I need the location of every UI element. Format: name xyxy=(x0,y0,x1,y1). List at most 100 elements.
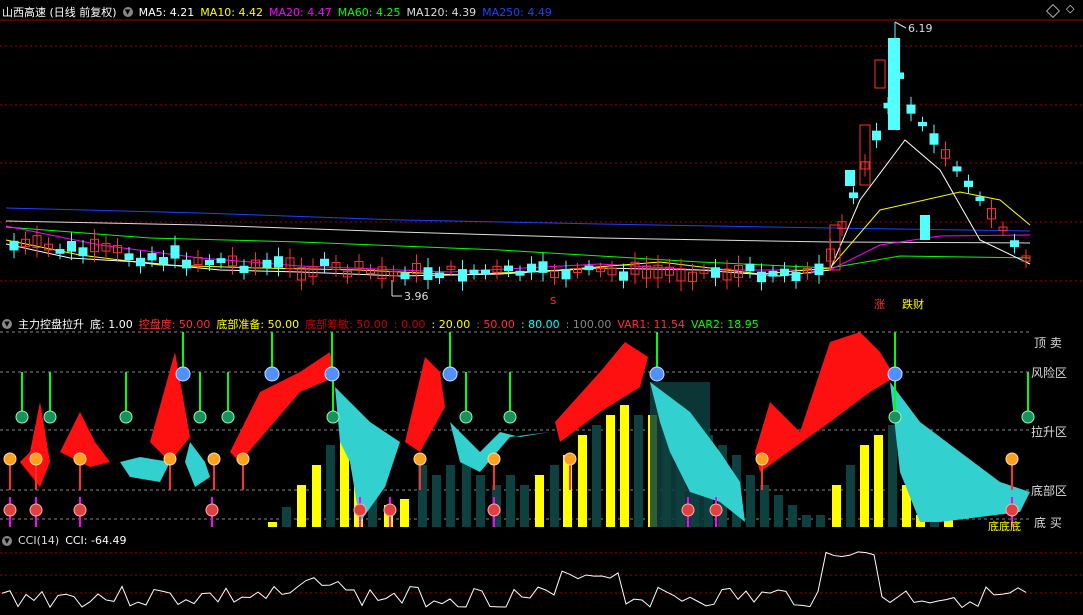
price-chart-panel[interactable]: 山西高速 (日线 前复权) ▼ MA5: 4.21 MA10: 4.42 MA2… xyxy=(0,0,1083,312)
candle-body xyxy=(320,258,329,266)
candle-body xyxy=(182,259,191,269)
risk-signal-icon xyxy=(193,410,207,424)
spike-candle xyxy=(874,59,886,89)
bottom-signal-icon xyxy=(353,503,367,517)
risk-signal-icon xyxy=(1021,410,1035,424)
ma20-label: MA20: 4.47 xyxy=(269,5,332,19)
volume-bar xyxy=(606,415,615,527)
volume-bar xyxy=(788,505,797,527)
cci-chart[interactable] xyxy=(0,531,1083,615)
param-50: : 50.00 xyxy=(476,317,515,331)
volume-bar xyxy=(874,435,883,527)
risk-signal-icon xyxy=(119,410,133,424)
zone-bottom: 底部区 xyxy=(1031,484,1068,498)
candle-body xyxy=(527,263,536,273)
candle-body xyxy=(9,240,19,251)
signal-s-marker: S xyxy=(550,296,557,307)
volume-bar xyxy=(634,415,643,527)
candlestick-chart[interactable] xyxy=(0,0,1083,312)
volume-bar xyxy=(326,445,335,527)
risk-signal-icon xyxy=(888,410,902,424)
param-20: : 20.00 xyxy=(431,317,471,331)
volume-bar xyxy=(550,465,559,527)
bottom-signal-icon xyxy=(709,503,723,517)
volume-bar xyxy=(268,522,277,527)
ma-dropdown-icon[interactable]: ▼ xyxy=(122,7,133,17)
risk-signal-icon xyxy=(221,410,235,424)
zone-risk: 风险区 xyxy=(1031,366,1068,380)
bottom-signal-icon xyxy=(205,503,219,517)
low-price-label: 3.96 xyxy=(404,290,429,303)
candle-body xyxy=(55,249,65,254)
red-area xyxy=(405,357,445,452)
volume-bar xyxy=(432,475,441,527)
risk-signal-icon xyxy=(503,410,517,424)
volume-bar xyxy=(506,475,515,527)
volume-bar xyxy=(816,515,825,527)
volume-bar xyxy=(312,465,321,527)
price-chart-header: 山西高速 (日线 前复权) ▼ MA5: 4.21 MA10: 4.42 MA2… xyxy=(2,4,558,20)
spike-candle xyxy=(888,38,900,130)
param-dibu-choumin: 底部筹敏: 50.00 xyxy=(305,318,388,331)
zone-bottom-buy: 底 买 xyxy=(1034,516,1062,530)
candle-body xyxy=(584,265,594,271)
zone-top-sell: 顶 卖 xyxy=(1034,336,1062,350)
risk-signal-icon xyxy=(15,410,29,424)
candle-body xyxy=(205,259,214,266)
spike-candle xyxy=(920,215,930,240)
buy-signal-icon xyxy=(207,452,221,466)
volume-bar xyxy=(846,465,855,527)
candle-body xyxy=(515,270,525,276)
indicator-chart[interactable] xyxy=(0,312,1083,531)
candle-body xyxy=(745,263,755,272)
candle-body xyxy=(757,271,766,283)
candle-body xyxy=(1010,240,1019,248)
candle-body xyxy=(952,166,962,172)
cci-dropdown-icon[interactable]: ▼ xyxy=(2,535,12,546)
candle-body xyxy=(929,133,939,145)
param-var1: VAR1: 11.54 xyxy=(617,317,686,331)
candle-body xyxy=(849,192,858,199)
volume-bar xyxy=(774,495,783,527)
candle-body xyxy=(458,269,467,282)
volume-bar xyxy=(520,485,529,527)
candle-body xyxy=(906,104,916,114)
candle-body xyxy=(918,121,927,127)
buy-signal-icon xyxy=(163,452,177,466)
volume-bar xyxy=(297,485,306,527)
candle-body xyxy=(780,268,789,276)
spike-candle xyxy=(829,224,841,271)
candle-body xyxy=(78,247,88,257)
param-80: : 80.00 xyxy=(520,317,560,331)
risk-signal-icon xyxy=(43,410,57,424)
bottom-signal-icon xyxy=(1005,503,1019,517)
high-pointer xyxy=(894,21,907,29)
volume-bar xyxy=(578,435,587,527)
risk-signal-icon xyxy=(326,410,340,424)
top-signal-icon xyxy=(442,366,458,382)
volume-bar xyxy=(860,445,869,527)
candle-body xyxy=(239,265,249,273)
cci-panel[interactable]: ▼ CCI(14) CCI: -64.49 xyxy=(0,531,1083,615)
buy-signal-icon xyxy=(755,452,769,466)
buy-signal-icon xyxy=(29,452,43,466)
param-var2: VAR2: 18.95 xyxy=(691,317,759,331)
param-100: : 100.00 xyxy=(565,317,612,331)
candle-body xyxy=(964,180,973,187)
indicator-dropdown-icon[interactable]: ▼ xyxy=(2,319,12,329)
volume-bar xyxy=(888,425,897,527)
indicator-panel[interactable]: ▼ 主力控盘拉升 底: 1.00 控盘度: 50.00 底部准备: 50.00 … xyxy=(0,312,1083,533)
ma120-label: MA120: 4.39 xyxy=(406,5,477,19)
candle-body xyxy=(814,263,824,276)
candle-body xyxy=(768,270,778,277)
buy-signal-icon xyxy=(236,452,250,466)
expand-icon[interactable]: ◇ xyxy=(1066,2,1074,15)
candle-body xyxy=(147,253,157,261)
volume-bar xyxy=(476,475,485,527)
bottom-signal-icon xyxy=(487,503,501,517)
top-signal-icon xyxy=(887,366,903,382)
volume-bar xyxy=(535,475,544,527)
ma250-label: MA250: 4.49 xyxy=(482,5,552,19)
bottom-signal-icon xyxy=(383,503,397,517)
volume-bar xyxy=(282,507,291,527)
